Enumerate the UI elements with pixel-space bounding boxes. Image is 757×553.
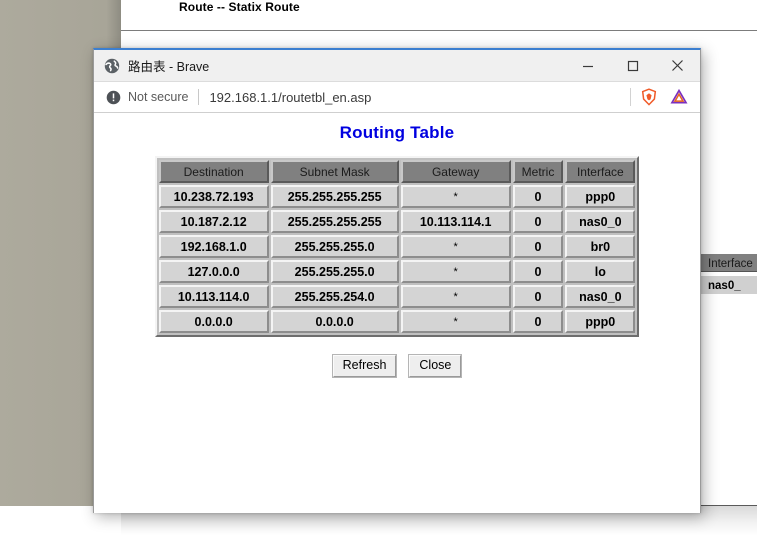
cell-interface: nas0_0 [565,210,636,233]
column-header-interface: Interface [565,160,636,183]
column-header-gateway: Gateway [400,160,511,183]
table-row: 10.187.2.12 255.255.255.255 10.113.114.1… [158,210,636,233]
page-title: Routing Table [339,123,455,142]
table-row: 127.0.0.0 255.255.255.0 * 0 lo [158,260,636,283]
security-status-label: Not secure [128,90,189,104]
maximize-button[interactable] [610,50,655,81]
column-header-subnet-mask: Subnet Mask [270,160,399,183]
column-header-destination: Destination [158,160,269,183]
window-title: 路由表 - Brave [128,60,210,74]
cell-metric: 0 [512,310,564,333]
address-bar-separator [198,89,200,105]
cell-destination: 0.0.0.0 [158,310,269,333]
cell-gateway: * [400,285,511,308]
cell-gateway: * [400,310,511,333]
cell-gateway: * [400,260,511,283]
brave-browser-window: 路由表 - Brave Not secure 192.168.1.1/route… [93,48,701,513]
cell-destination: 127.0.0.0 [158,260,269,283]
globe-icon [104,58,120,74]
routing-table: Destination Subnet Mask Gateway Metric I… [154,156,640,337]
minimize-icon [582,65,593,67]
cell-gateway: * [400,235,511,258]
cell-subnet-mask: 255.255.255.0 [270,260,399,283]
cell-interface: nas0_0 [565,285,636,308]
cell-destination: 192.168.1.0 [158,235,269,258]
column-header-metric: Metric [512,160,564,183]
cell-subnet-mask: 255.255.254.0 [270,285,399,308]
web-page-content: Routing Table Destination Subnet Mask Ga… [94,113,700,513]
triangle-extension-icon[interactable] [670,88,688,106]
address-bar[interactable]: Not secure 192.168.1.1/routetbl_en.asp [94,82,700,113]
background-divider-top [121,30,757,31]
close-icon [672,60,683,71]
cell-interface: br0 [565,235,636,258]
cell-metric: 0 [512,210,564,233]
cell-interface: ppp0 [565,185,636,208]
warning-circle-icon[interactable] [106,90,121,105]
address-bar-right-separator [630,88,631,106]
cell-subnet-mask: 255.255.255.0 [270,235,399,258]
cell-metric: 0 [512,185,564,208]
maximize-icon [627,60,638,71]
cell-interface: ppp0 [565,310,636,333]
url-input[interactable]: 192.168.1.1/routetbl_en.asp [209,90,630,105]
cell-subnet-mask: 255.255.255.255 [270,210,399,233]
close-window-button[interactable] [655,50,700,81]
cell-gateway: 10.113.114.1 [400,210,511,233]
cell-subnet-mask: 0.0.0.0 [270,310,399,333]
cell-metric: 0 [512,235,564,258]
brave-shield-icon[interactable] [640,88,658,106]
cell-destination: 10.113.114.0 [158,285,269,308]
table-row: 10.238.72.193 255.255.255.255 * 0 ppp0 [158,185,636,208]
cell-gateway: * [400,185,511,208]
background-page-heading: Route -- Statix Route [179,0,300,14]
cell-interface: lo [565,260,636,283]
cell-destination: 10.187.2.12 [158,210,269,233]
refresh-button[interactable]: Refresh [331,354,398,378]
table-row: 0.0.0.0 0.0.0.0 * 0 ppp0 [158,310,636,333]
cell-metric: 0 [512,285,564,308]
close-button[interactable]: Close [408,354,463,378]
window-titlebar[interactable]: 路由表 - Brave [94,50,700,82]
table-row: 10.113.114.0 255.255.254.0 * 0 nas0_0 [158,285,636,308]
cell-destination: 10.238.72.193 [158,185,269,208]
routing-table-container: Destination Subnet Mask Gateway Metric I… [94,156,700,337]
table-row: 192.168.1.0 255.255.255.0 * 0 br0 [158,235,636,258]
page-button-row: Refresh Close [94,354,700,378]
cell-metric: 0 [512,260,564,283]
minimize-button[interactable] [565,50,610,81]
cell-subnet-mask: 255.255.255.255 [270,185,399,208]
table-header-row: Destination Subnet Mask Gateway Metric I… [158,160,636,183]
